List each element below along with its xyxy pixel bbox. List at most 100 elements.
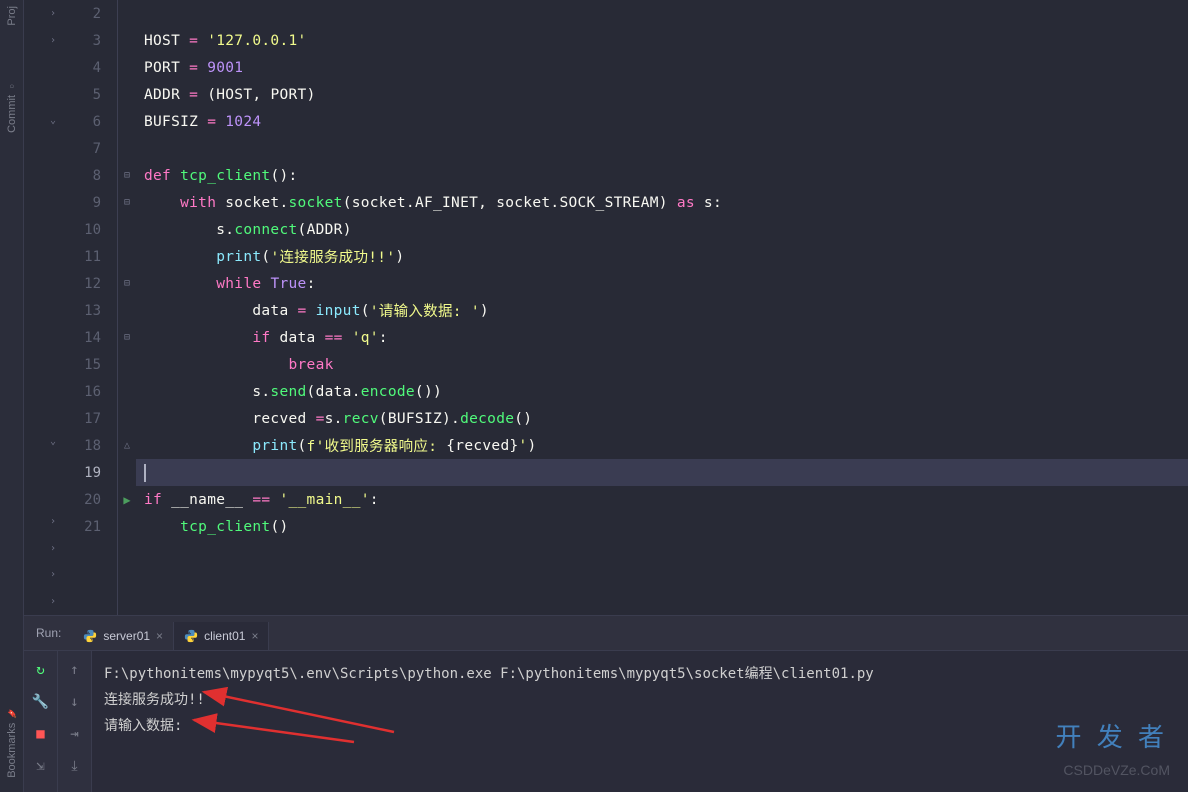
fold-chevron[interactable] [24,481,60,508]
line-number: 8 [60,162,117,189]
python-icon [83,629,97,643]
run-toolbar-1: ↻ 🔧 ■ ⇲ [24,651,58,792]
watermark-cn: 开 发 者 [1056,717,1168,754]
fold-marker[interactable]: △ [118,432,136,459]
code-line[interactable] [136,0,1188,27]
fold-margin: ⊟⊟⊟⊟△▶ [118,0,136,615]
code-line[interactable]: while True: [136,270,1188,297]
code-line[interactable]: s.send(data.encode()) [136,378,1188,405]
gutter: 23456789101112131415161718192021 [60,0,118,615]
run-gutter-icon[interactable]: ▶ [118,486,136,513]
fold-chevron[interactable]: ⌄ [24,107,60,134]
fold-marker[interactable] [118,27,136,54]
fold-chevron[interactable] [24,348,60,375]
fold-marker[interactable]: ⊟ [118,162,136,189]
fold-marker[interactable] [118,243,136,270]
line-number: 9 [60,189,117,216]
run-panel: Run: server01×client01× ↻ 🔧 ■ ⇲ ↑ ↓ ⇥ ⤓ … [24,615,1188,792]
fold-marker[interactable] [118,405,136,432]
code-line[interactable]: with socket.socket(socket.AF_INET, socke… [136,189,1188,216]
close-icon[interactable]: × [156,629,163,643]
line-number: 10 [60,216,117,243]
line-number: 20 [60,486,117,513]
line-number: 4 [60,54,117,81]
fold-chevron[interactable]: › [24,0,60,27]
code-line[interactable]: PORT = 9001 [136,54,1188,81]
code-line[interactable]: data = input('请输入数据: ') [136,297,1188,324]
fold-chevron[interactable] [24,401,60,428]
fold-marker[interactable] [118,513,136,540]
fold-chevron[interactable]: › [24,27,60,54]
watermark-en: CSDDeVZe.CoM [1063,762,1170,778]
code-line[interactable] [136,459,1188,486]
fold-chevron[interactable] [24,134,60,161]
fold-marker[interactable] [118,459,136,486]
fold-chevron[interactable] [24,214,60,241]
wrench-icon[interactable]: 🔧 [32,693,50,711]
code-line[interactable]: break [136,351,1188,378]
fold-chevron[interactable]: › [24,508,60,535]
fold-marker[interactable]: ⊟ [118,189,136,216]
code-line[interactable]: HOST = '127.0.0.1' [136,27,1188,54]
fold-chevron[interactable]: › [24,588,60,615]
fold-marker[interactable] [118,0,136,27]
fold-marker[interactable] [118,378,136,405]
code-line[interactable]: print('连接服务成功!!') [136,243,1188,270]
fold-chevron[interactable] [24,160,60,187]
fold-chevron[interactable] [24,267,60,294]
fold-chevron[interactable] [24,294,60,321]
soft-wrap-icon[interactable]: ⇥ [66,725,84,743]
console-output[interactable]: F:\pythonitems\mypyqt5\.env\Scripts\pyth… [92,651,1188,792]
code-line[interactable]: recved =s.recv(BUFSIZ).decode() [136,405,1188,432]
run-tab-client01[interactable]: client01 × [174,622,269,650]
fold-marker[interactable] [118,135,136,162]
fold-marker[interactable] [118,81,136,108]
sidebar-project[interactable]: Proj [6,6,18,26]
run-tab-server01[interactable]: server01× [73,622,174,650]
code-line[interactable]: tcp_client() [136,513,1188,540]
fold-chevron[interactable] [24,454,60,481]
down-arrow-icon[interactable]: ↓ [66,693,84,711]
up-arrow-icon[interactable]: ↑ [66,661,84,679]
fold-chevron[interactable]: › [24,561,60,588]
editor-area[interactable]: ››⌄⌄›››› 2345678910111213141516171819202… [24,0,1188,615]
sidebar-commit[interactable]: Commit○ [6,82,18,133]
fold-chevron[interactable]: › [24,535,60,562]
fold-chevron[interactable] [24,53,60,80]
fold-chevron[interactable] [24,321,60,348]
sidebar-bookmarks[interactable]: Bookmarks🔖 [6,709,18,778]
code-line[interactable]: def tcp_client(): [136,162,1188,189]
code-line[interactable]: ADDR = (HOST, PORT) [136,81,1188,108]
fold-chevron[interactable] [24,241,60,268]
fold-marker[interactable] [118,351,136,378]
code-line[interactable] [136,135,1188,162]
code-line[interactable]: if __name__ == '__main__': [136,486,1188,513]
code-line[interactable]: BUFSIZ = 1024 [136,108,1188,135]
rerun-icon[interactable]: ↻ [32,661,50,679]
console-line: 请输入数据: [104,713,1176,739]
run-tab-label: client01 [204,629,245,643]
fold-chevron[interactable]: ⌄ [24,428,60,455]
fold-marker[interactable] [118,216,136,243]
scroll-to-end-icon[interactable]: ⤓ [66,757,84,775]
fold-marker[interactable] [118,54,136,81]
fold-marker[interactable]: ⊟ [118,324,136,351]
line-number: 13 [60,297,117,324]
stop-icon[interactable]: ■ [32,725,50,743]
code-line[interactable]: s.connect(ADDR) [136,216,1188,243]
line-number: 16 [60,378,117,405]
fold-marker[interactable] [118,108,136,135]
code-line[interactable]: print(f'收到服务器响应: {recved}') [136,432,1188,459]
console-line: 连接服务成功!! [104,687,1176,713]
layout-icon[interactable]: ⇲ [32,757,50,775]
fold-chevron[interactable] [24,374,60,401]
close-icon[interactable]: × [251,629,258,643]
line-number: 15 [60,351,117,378]
run-toolbar-2: ↑ ↓ ⇥ ⤓ [58,651,92,792]
fold-chevron[interactable] [24,80,60,107]
fold-marker[interactable]: ⊟ [118,270,136,297]
fold-marker[interactable] [118,297,136,324]
code-line[interactable]: if data == 'q': [136,324,1188,351]
code-area[interactable]: HOST = '127.0.0.1'PORT = 9001ADDR = (HOS… [136,0,1188,615]
fold-chevron[interactable] [24,187,60,214]
